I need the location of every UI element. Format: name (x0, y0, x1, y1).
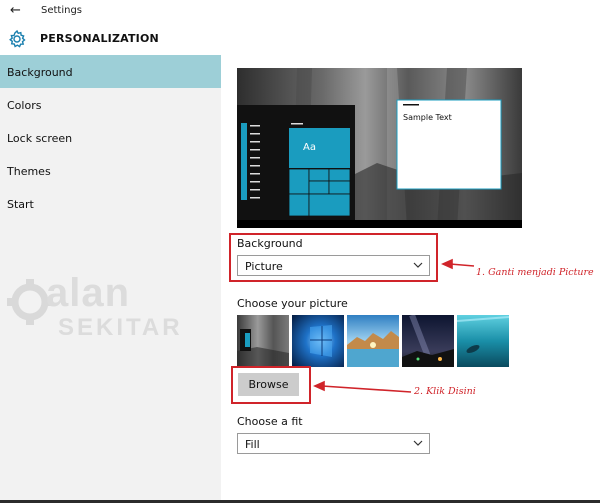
preview-tile-label: Aa (303, 142, 316, 153)
preview-sample-text: Sample Text (403, 113, 452, 122)
picture-thumbnail-2[interactable] (292, 315, 344, 367)
fit-dropdown-value: Fill (245, 438, 260, 451)
annotation-step-2: 2. Klik Disini (414, 386, 476, 397)
page-header: PERSONALIZATION (0, 24, 221, 54)
chevron-down-icon (413, 440, 423, 446)
title-bar: ← Settings (0, 0, 600, 22)
highlight-box-background (229, 233, 438, 282)
sidebar-item-label: Themes (7, 165, 51, 178)
sidebar-item-colors[interactable]: Colors (0, 88, 221, 121)
watermark-logo: alan SEKITAR (7, 271, 183, 341)
picture-thumbnail-4[interactable] (402, 315, 454, 367)
back-arrow-icon[interactable]: ← (10, 3, 21, 18)
fit-dropdown[interactable]: Fill (237, 433, 430, 454)
picture-thumbnail-3[interactable] (347, 315, 399, 367)
sidebar-item-label: Lock screen (7, 132, 73, 145)
page-title: PERSONALIZATION (40, 32, 159, 45)
sidebar-item-themes[interactable]: Themes (0, 154, 221, 187)
preview-wallpaper (237, 68, 522, 228)
svg-text:SEKITAR: SEKITAR (58, 314, 183, 341)
picture-thumbnail-5[interactable] (457, 315, 509, 367)
picture-thumbnail-1[interactable] (237, 315, 289, 367)
annotation-step-1: 1. Ganti menjadi Picture (476, 267, 594, 278)
sidebar-item-lock-screen[interactable]: Lock screen (0, 121, 221, 154)
sidebar-item-label: Start (7, 198, 34, 211)
window-title: Settings (41, 5, 83, 16)
background-preview: Sample Text Aa (237, 68, 522, 228)
sidebar-item-start[interactable]: Start (0, 187, 221, 220)
highlight-box-browse (231, 366, 311, 404)
sidebar-item-label: Colors (7, 99, 42, 112)
sidebar-item-label: Background (7, 66, 73, 79)
svg-text:alan: alan (46, 271, 130, 315)
choose-fit-label: Choose a fit (237, 415, 303, 428)
sidebar-item-background[interactable]: Background (0, 55, 221, 88)
choose-picture-label: Choose your picture (237, 297, 348, 310)
gear-icon (9, 29, 26, 48)
